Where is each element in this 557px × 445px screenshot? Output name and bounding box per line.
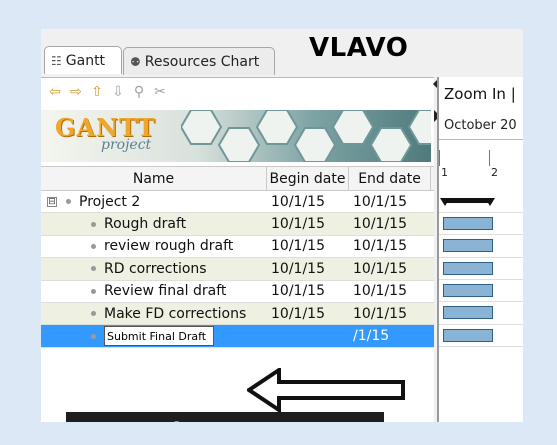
- task-name: Make FD corrections: [104, 305, 247, 322]
- grid-line: [439, 212, 523, 213]
- task-bar[interactable]: [443, 329, 493, 342]
- gantt-window: ☷ Gantt ⚉ Resources Chart VLAVO ⇦ ⇨ ⇧ ⇩ …: [41, 29, 523, 422]
- project-end: 10/1/15: [353, 193, 407, 210]
- task-rows: ⊟ Project 2 10/1/15 10/1/15 Rough draft …: [41, 191, 434, 348]
- task-dot-icon: [91, 311, 96, 317]
- grid-line: [439, 324, 523, 325]
- task-dot-icon: [91, 333, 96, 339]
- grid-line: [439, 279, 523, 280]
- task-dot-icon: [91, 266, 96, 272]
- summary-end-marker: [485, 198, 495, 206]
- task-bar[interactable]: [443, 262, 493, 275]
- task-begin: 10/1/15: [271, 260, 325, 277]
- tick-line: [439, 150, 440, 166]
- tick-label: 1: [441, 166, 448, 179]
- task-name-edit-field[interactable]: Submit Final Draft: [104, 326, 214, 347]
- task-bar[interactable]: [443, 239, 493, 252]
- task-dot-icon: [91, 243, 96, 249]
- task-bar[interactable]: [443, 284, 493, 297]
- task-begin: 10/1/15: [271, 305, 325, 322]
- task-bar[interactable]: [443, 306, 493, 319]
- unlink-icon[interactable]: ✂: [152, 84, 168, 100]
- column-end-date[interactable]: End date: [349, 167, 431, 190]
- table-header: Name Begin date End date: [41, 166, 434, 191]
- task-end: 10/1/15: [353, 238, 407, 255]
- hexagon-pattern: [181, 110, 431, 162]
- project-row[interactable]: ⊟ Project 2 10/1/15 10/1/15: [41, 191, 434, 214]
- task-tree-panel: ⇦ ⇨ ⇧ ⇩ ⚲ ✂ GANTT project Name Begin dat…: [41, 77, 434, 422]
- grid-line: [439, 257, 523, 258]
- tick-line: [489, 150, 490, 166]
- task-name: review rough draft: [104, 238, 234, 255]
- task-end: /1/15: [353, 328, 390, 345]
- brand-title: VLAVO: [309, 33, 409, 63]
- logo-project-text: project: [101, 137, 152, 153]
- project-name: Project 2: [79, 193, 141, 210]
- task-dot-icon: [91, 288, 96, 294]
- project-begin: 10/1/15: [271, 193, 325, 210]
- task-name: Rough draft: [104, 216, 187, 233]
- timeline-header: 1 2: [439, 139, 523, 191]
- task-end: 10/1/15: [353, 305, 407, 322]
- pointer-arrow-icon: [247, 368, 405, 412]
- table-row[interactable]: Rough draft 10/1/15 10/1/15: [41, 213, 434, 236]
- site-watermark: vlavo.com: [66, 412, 384, 422]
- gantt-chart-panel: Zoom In | October 20 1 2: [437, 77, 523, 422]
- table-row[interactable]: RD corrections 10/1/15 10/1/15: [41, 258, 434, 281]
- collapse-icon[interactable]: ⊟: [47, 196, 57, 207]
- table-row[interactable]: Review final draft 10/1/15 10/1/15: [41, 281, 434, 303]
- task-name: RD corrections: [104, 260, 207, 277]
- summary-start-marker: [440, 198, 450, 206]
- tab-resources-label: Resources Chart: [144, 53, 260, 70]
- arrow-down-icon[interactable]: ⇩: [110, 84, 126, 100]
- table-row[interactable]: review rough draft 10/1/15 10/1/15: [41, 236, 434, 259]
- table-row[interactable]: Make FD corrections 10/1/15 10/1/15: [41, 302, 434, 326]
- task-name: Review final draft: [104, 283, 227, 300]
- task-end: 10/1/15: [353, 283, 407, 300]
- task-begin: 10/1/15: [271, 283, 325, 300]
- toolbar: ⇦ ⇨ ⇧ ⇩ ⚲ ✂: [47, 84, 168, 100]
- tick-label: 2: [491, 166, 498, 179]
- ganttproject-logo: GANTT project: [41, 110, 431, 162]
- gantt-icon: ☷: [51, 53, 62, 68]
- task-begin: 10/1/15: [271, 216, 325, 233]
- tab-resources-chart[interactable]: ⚉ Resources Chart: [123, 47, 275, 75]
- zoom-in-button[interactable]: Zoom In |: [444, 85, 516, 103]
- timeline-month: October 20: [444, 118, 517, 133]
- link-icon[interactable]: ⚲: [131, 84, 147, 100]
- grid-line: [439, 234, 523, 235]
- arrow-right-icon[interactable]: ⇨: [68, 84, 84, 100]
- column-name[interactable]: Name: [41, 167, 267, 190]
- grid-line: [439, 346, 523, 347]
- task-end: 10/1/15: [353, 260, 407, 277]
- task-dot-icon: [66, 199, 71, 205]
- tab-gantt[interactable]: ☷ Gantt: [44, 46, 122, 74]
- selected-task-row[interactable]: Submit Final Draft /1/15: [41, 325, 434, 348]
- task-end: 10/1/15: [353, 216, 407, 233]
- task-begin: 10/1/15: [271, 238, 325, 255]
- column-begin-date[interactable]: Begin date: [267, 167, 349, 190]
- task-bar[interactable]: [443, 217, 493, 230]
- task-dot-icon: [91, 221, 96, 227]
- arrow-left-icon[interactable]: ⇦: [47, 84, 63, 100]
- arrow-up-icon[interactable]: ⇧: [89, 84, 105, 100]
- tab-gantt-label: Gantt: [65, 52, 106, 69]
- grid-line: [439, 301, 523, 302]
- resources-icon: ⚉: [130, 54, 141, 69]
